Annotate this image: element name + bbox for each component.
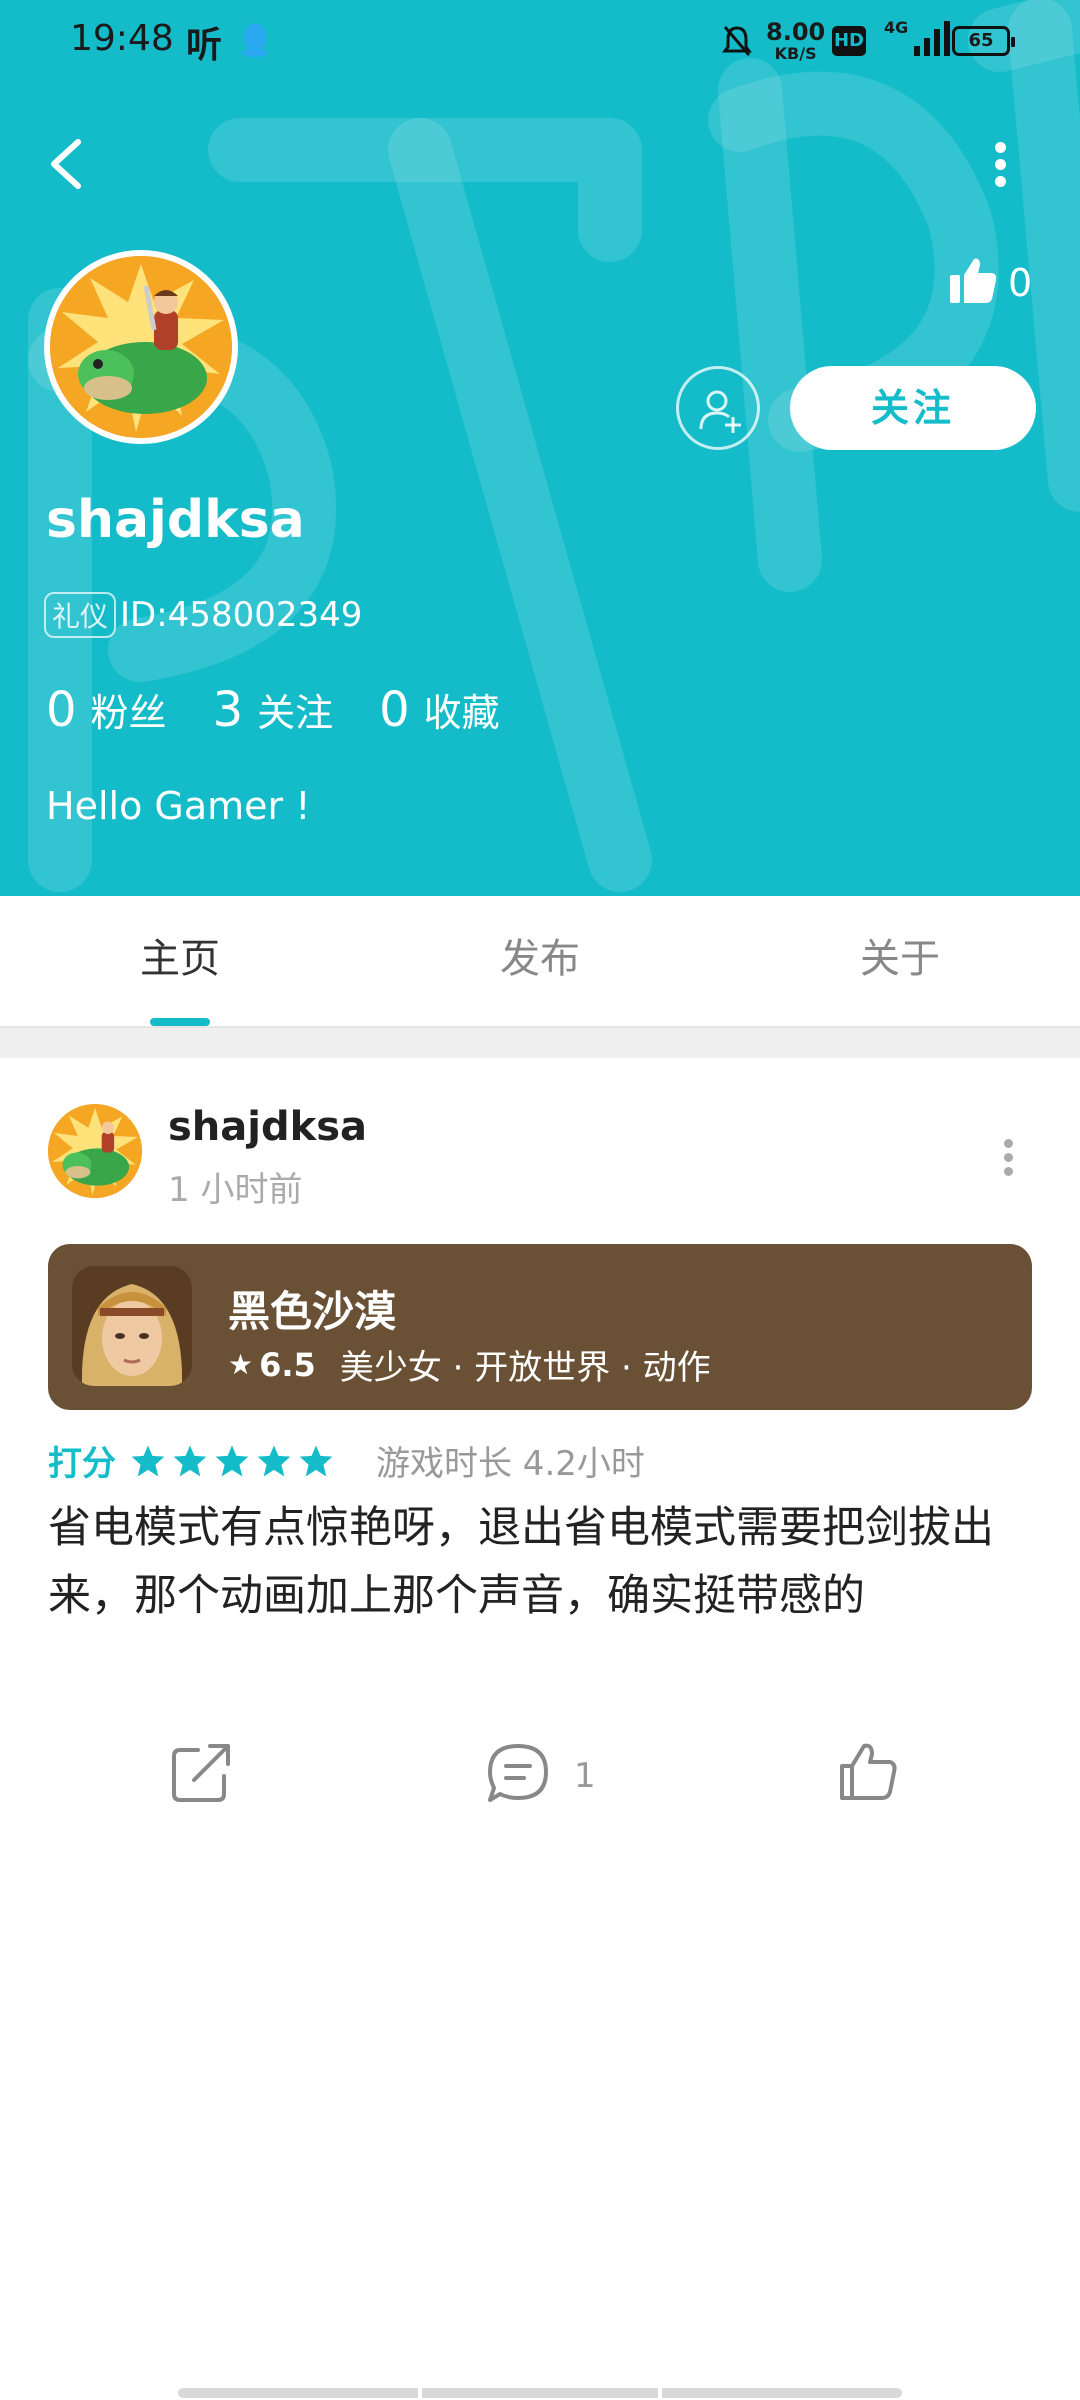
star-icon xyxy=(215,1444,249,1477)
comment-count: 1 xyxy=(574,1756,596,1796)
etiquette-badge[interactable]: 礼仪 xyxy=(44,592,117,638)
star-icon xyxy=(299,1444,333,1477)
stat-followers[interactable]: 0 粉丝 xyxy=(46,682,167,738)
rating-label: 打分 xyxy=(48,1444,116,1484)
back-button[interactable] xyxy=(44,134,88,194)
avatar-illustration xyxy=(48,1104,142,1198)
profile-username: shajdksa xyxy=(46,490,305,550)
post-actions: 1 xyxy=(0,1740,1080,1820)
game-tags: 美少女 · 开放世界 · 动作 xyxy=(339,1348,711,1388)
more-options-button[interactable] xyxy=(984,136,1016,196)
avatar[interactable] xyxy=(44,250,238,444)
profile-stats: 0 粉丝 3 关注 0 收藏 xyxy=(46,682,546,738)
comment-button[interactable] xyxy=(484,1740,552,1808)
post-author-avatar[interactable] xyxy=(46,1102,144,1200)
game-name: 黑色沙漠 xyxy=(228,1287,397,1336)
add-user-icon xyxy=(699,390,741,433)
thumbs-up-icon xyxy=(950,258,997,303)
star-icon xyxy=(257,1444,291,1477)
home-indicator[interactable] xyxy=(178,2388,902,2398)
post-body[interactable]: 省电模式有点惊艳呀，退出省电模式需要把剑拔出来，那个动画加上那个声音，确实挺带感… xyxy=(48,1494,1038,1630)
hd-badge: HD xyxy=(832,26,866,56)
profile-bio: Hello Gamer ! xyxy=(46,784,311,828)
avatar-illustration xyxy=(50,256,232,438)
game-meta: ★ 6.5 美少女 · 开放世界 · 动作 xyxy=(228,1340,711,1389)
add-friend-button[interactable] xyxy=(676,366,760,450)
qq-icon xyxy=(242,23,268,57)
game-card[interactable]: 黑色沙漠 ★ 6.5 美少女 · 开放世界 · 动作 xyxy=(48,1244,1032,1410)
rating-stars xyxy=(130,1444,340,1478)
rating-row: 打分 游戏时长 4.2小时 xyxy=(48,1436,645,1485)
profile-id: ID:458002349 xyxy=(120,595,363,635)
signal-icon xyxy=(914,21,950,56)
post-author-name[interactable]: shajdksa xyxy=(168,1104,367,1150)
stat-favorites[interactable]: 0 收藏 xyxy=(379,682,500,738)
game-score: 6.5 xyxy=(259,1345,316,1384)
battery-indicator: 65 xyxy=(952,26,1015,56)
star-icon: ★ xyxy=(228,1348,254,1381)
share-button[interactable] xyxy=(170,1740,234,1804)
tab-home[interactable]: 主页 xyxy=(60,926,300,984)
like-button[interactable] xyxy=(836,1740,900,1804)
profile-tabs: 主页 发布 关于 xyxy=(0,896,1080,1028)
post-more-button[interactable] xyxy=(996,1134,1020,1194)
profile-id-row: 礼仪 ID:458002349 xyxy=(44,592,362,638)
status-bar: 19:48 听 8.00 KB/S HD 4G 65 xyxy=(0,0,1080,82)
status-time: 19:48 xyxy=(70,18,174,59)
net-speed: 8.00 KB/S xyxy=(766,18,826,63)
star-icon xyxy=(173,1444,207,1477)
app-notification-icon: 听 xyxy=(186,25,223,66)
profile-header: 19:48 听 8.00 KB/S HD 4G 65 0 关注 shajdksa… xyxy=(0,0,1080,896)
tab-about[interactable]: 关于 xyxy=(780,926,1020,984)
star-icon xyxy=(131,1444,165,1477)
profile-likes-count: 0 xyxy=(1008,261,1033,305)
play-time: 游戏时长 4.2小时 xyxy=(376,1444,645,1484)
game-icon xyxy=(72,1266,192,1386)
review-post: shajdksa 1 小时前 黑色沙漠 ★ 6.5 美少女 · 开放世界 · 动… xyxy=(0,1058,1080,1818)
active-tab-indicator xyxy=(150,1018,210,1026)
follow-button[interactable]: 关注 xyxy=(790,366,1036,450)
stat-following[interactable]: 3 关注 xyxy=(213,682,334,738)
tab-posts[interactable]: 发布 xyxy=(420,926,660,984)
profile-likes[interactable]: 0 xyxy=(948,255,1038,311)
mute-bell-icon xyxy=(722,26,752,56)
section-divider xyxy=(0,1028,1080,1058)
post-time: 1 小时前 xyxy=(168,1170,303,1210)
